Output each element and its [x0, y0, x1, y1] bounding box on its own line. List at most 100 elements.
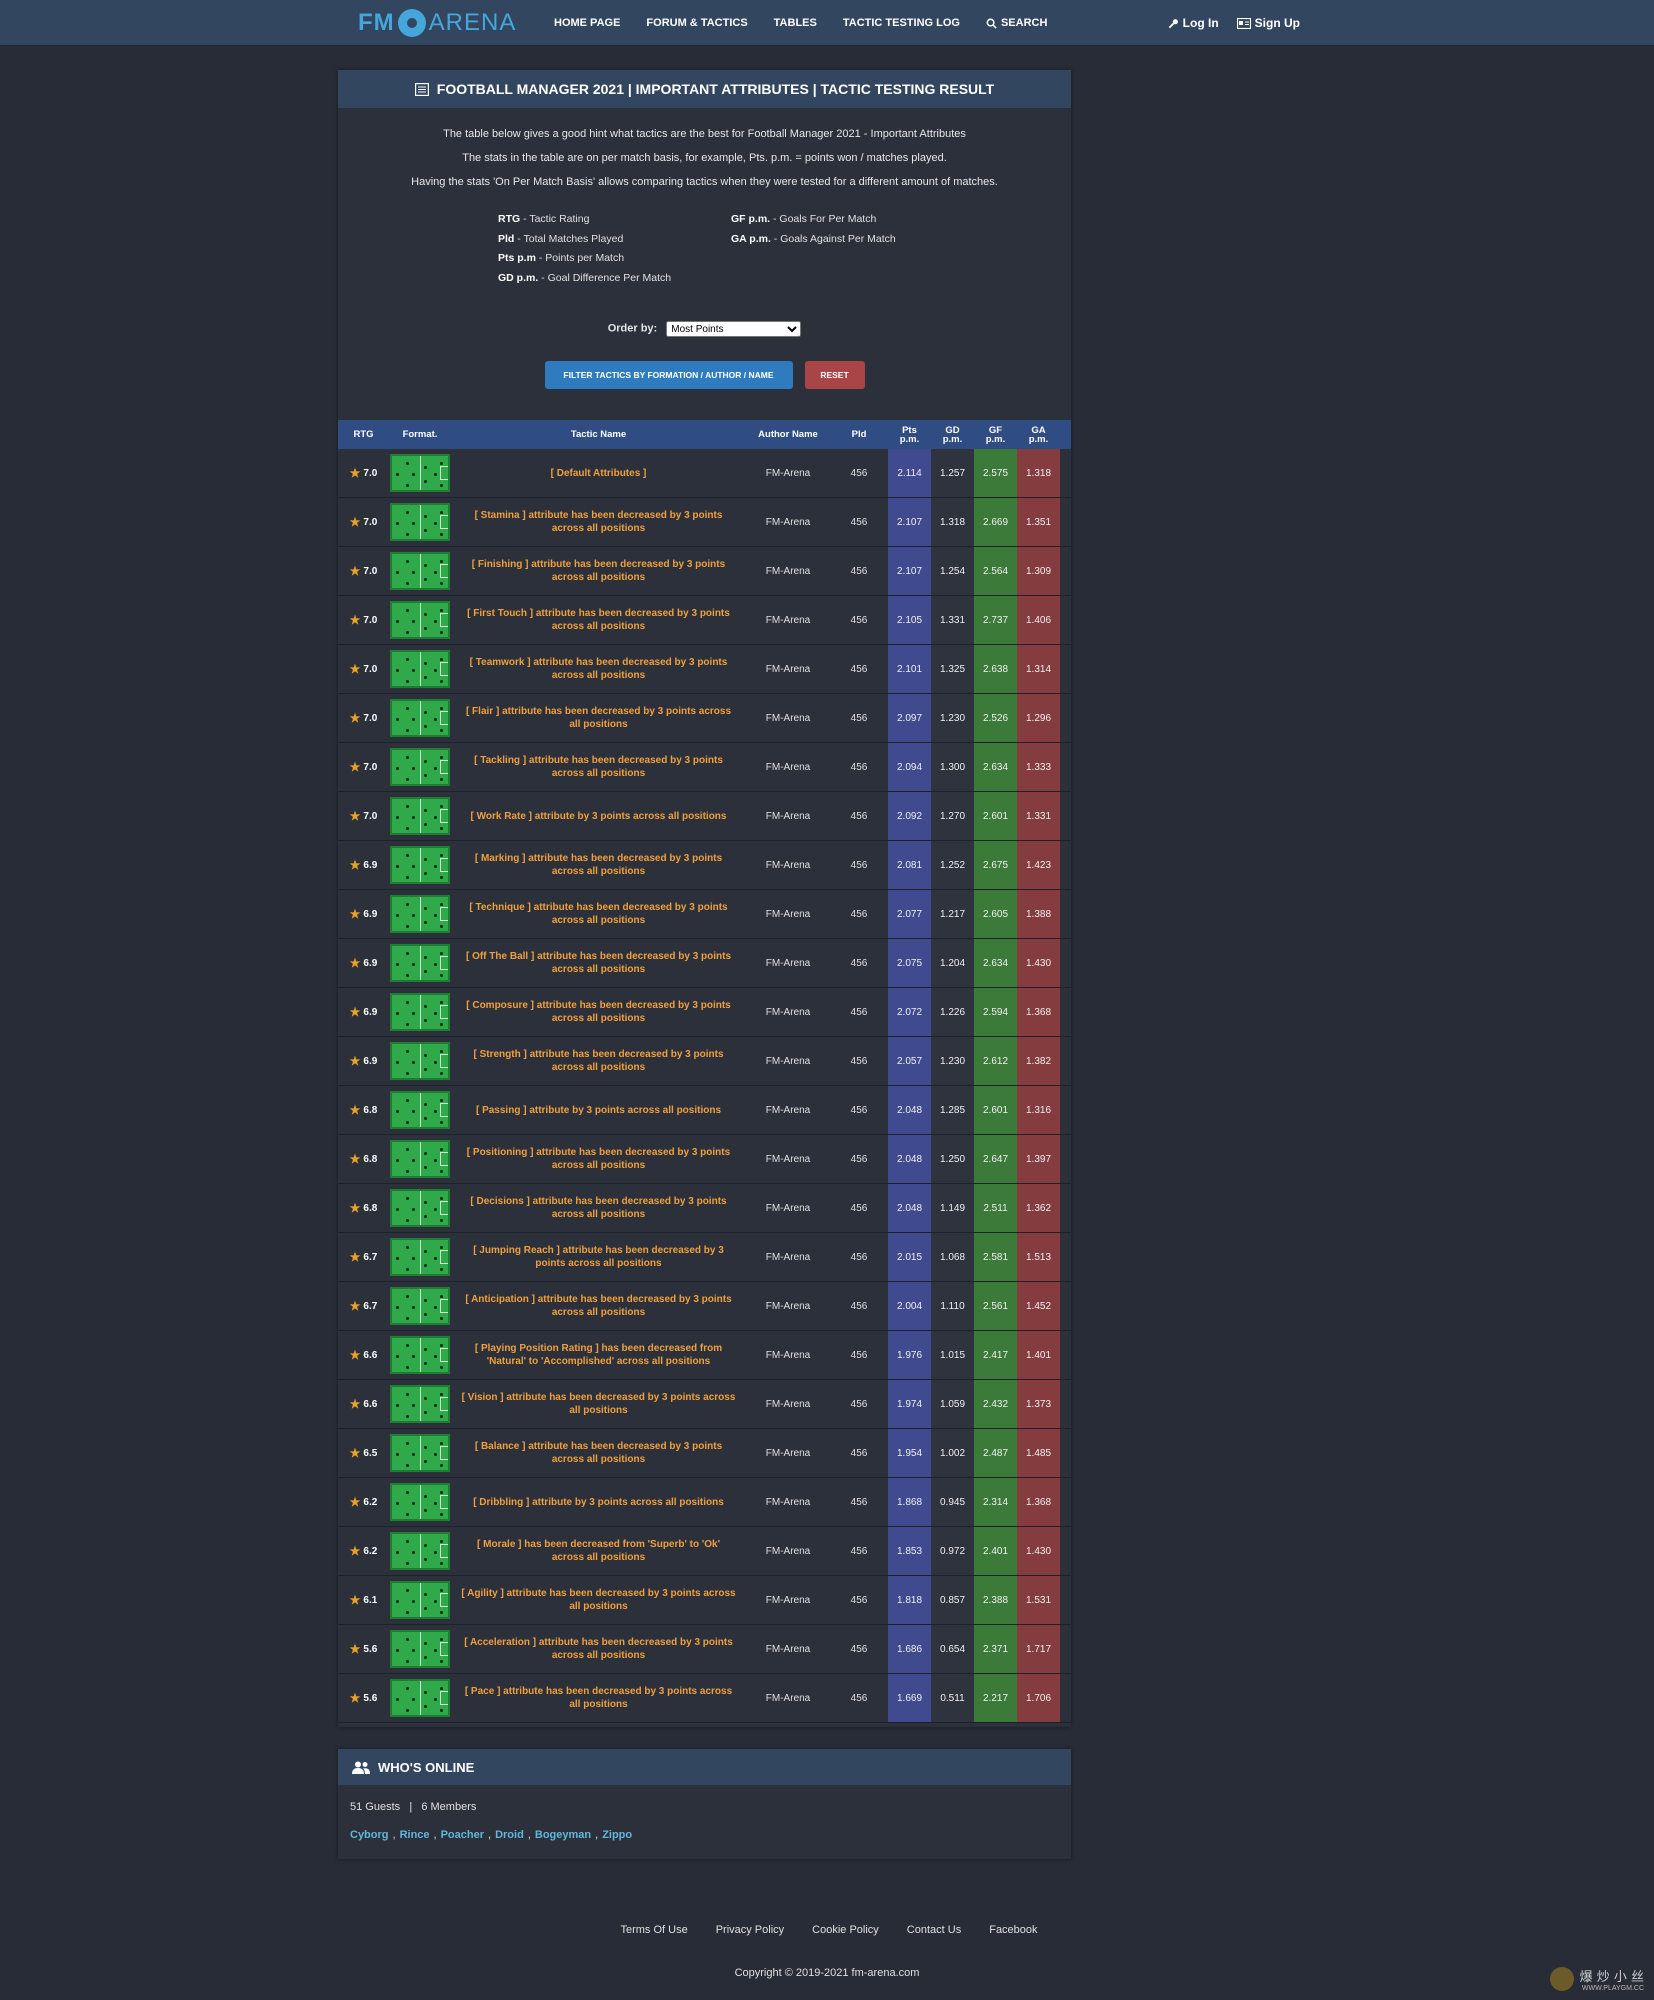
- tactic-name-link[interactable]: [ Marking ] attribute has been decreased…: [451, 841, 746, 889]
- tactic-name-link[interactable]: [ Strength ] attribute has been decrease…: [451, 1037, 746, 1085]
- header-ga[interactable]: GA p.m.: [1017, 420, 1060, 449]
- tactic-name-link[interactable]: [ Anticipation ] attribute has been decr…: [451, 1282, 746, 1330]
- footer-contact-link[interactable]: Contact Us: [907, 1924, 961, 1936]
- tactic-name-link[interactable]: [ Composure ] attribute has been decreas…: [451, 988, 746, 1036]
- table-row[interactable]: ★ 6.6 [ Vision ] attribute has been decre…: [338, 1380, 1071, 1429]
- table-row[interactable]: ★ 6.5 [ Balance ] attribute has been decr…: [338, 1429, 1071, 1478]
- formation-pitch-icon[interactable]: [390, 1581, 450, 1619]
- tactic-name-link[interactable]: [ Teamwork ] attribute has been decrease…: [451, 645, 746, 693]
- tactic-name-link[interactable]: [ Agility ] attribute has been decreased…: [451, 1576, 746, 1624]
- formation-pitch-icon[interactable]: [390, 944, 450, 982]
- member-link[interactable]: Poacher: [441, 1829, 484, 1841]
- tactic-name-link[interactable]: [ Finishing ] attribute has been decreas…: [451, 547, 746, 595]
- header-gf[interactable]: GF p.m.: [974, 420, 1017, 449]
- formation-pitch-icon[interactable]: [390, 1287, 450, 1325]
- tactic-name-link[interactable]: [ Balance ] attribute has been decreased…: [451, 1429, 746, 1477]
- table-row[interactable]: ★ 6.9 [ Marking ] attribute has been decr…: [338, 841, 1071, 890]
- tactic-name-link[interactable]: [ Positioning ] attribute has been decre…: [451, 1135, 746, 1183]
- footer-privacy-link[interactable]: Privacy Policy: [716, 1924, 784, 1936]
- tactic-name-link[interactable]: [ Acceleration ] attribute has been decr…: [451, 1625, 746, 1673]
- filter-tactics-button[interactable]: FILTER TACTICS BY FORMATION / AUTHOR / N…: [544, 361, 793, 389]
- header-gd[interactable]: GD p.m.: [931, 420, 974, 449]
- site-logo[interactable]: FM ARENA: [358, 8, 516, 38]
- table-row[interactable]: ★ 6.2 [ Dribbling ] attribute by 3 points…: [338, 1478, 1071, 1527]
- tactic-name-link[interactable]: [ Technique ] attribute has been decreas…: [451, 890, 746, 938]
- tactic-name-link[interactable]: [ First Touch ] attribute has been decre…: [451, 596, 746, 644]
- member-link[interactable]: Bogeyman: [535, 1829, 591, 1841]
- footer-facebook-link[interactable]: Facebook: [989, 1924, 1037, 1936]
- table-row[interactable]: ★ 7.0 [ Tackling ] attribute has been dec…: [338, 743, 1071, 792]
- formation-pitch-icon[interactable]: [390, 846, 450, 884]
- tactic-name-link[interactable]: [ Morale ] has been decreased from 'Supe…: [451, 1527, 746, 1575]
- tactic-name-link[interactable]: [ Dribbling ] attribute by 3 points acro…: [451, 1478, 746, 1526]
- table-row[interactable]: ★ 6.7 [ Anticipation ] attribute has been…: [338, 1282, 1071, 1331]
- member-link[interactable]: Droid: [495, 1829, 524, 1841]
- login-link[interactable]: Log In: [1168, 16, 1219, 30]
- formation-pitch-icon[interactable]: [390, 699, 450, 737]
- formation-pitch-icon[interactable]: [390, 503, 450, 541]
- table-row[interactable]: ★ 7.0 [ Stamina ] attribute has been decr…: [338, 498, 1071, 547]
- tactic-name-link[interactable]: [ Jumping Reach ] attribute has been dec…: [451, 1233, 746, 1281]
- formation-pitch-icon[interactable]: [390, 993, 450, 1031]
- table-row[interactable]: ★ 6.8 [ Positioning ] attribute has been …: [338, 1135, 1071, 1184]
- formation-pitch-icon[interactable]: [390, 1434, 450, 1472]
- tactic-name-link[interactable]: [ Passing ] attribute by 3 points across…: [451, 1086, 746, 1134]
- reset-button[interactable]: RESET: [804, 361, 865, 389]
- header-rtg[interactable]: RTG: [338, 420, 389, 449]
- formation-pitch-icon[interactable]: [390, 1532, 450, 1570]
- table-row[interactable]: ★ 6.7 [ Jumping Reach ] attribute has bee…: [338, 1233, 1071, 1282]
- table-row[interactable]: ★ 7.0 [ Flair ] attribute has been decrea…: [338, 694, 1071, 743]
- table-row[interactable]: ★ 7.0 [ Teamwork ] attribute has been dec…: [338, 645, 1071, 694]
- table-row[interactable]: ★ 6.1 [ Agility ] attribute has been decr…: [338, 1576, 1071, 1625]
- header-format[interactable]: Format.: [389, 420, 451, 449]
- footer-cookie-link[interactable]: Cookie Policy: [812, 1924, 879, 1936]
- table-row[interactable]: ★ 7.0 [ Finishing ] attribute has been de…: [338, 547, 1071, 596]
- member-link[interactable]: Cyborg: [350, 1829, 389, 1841]
- table-row[interactable]: ★ 7.0 [ First Touch ] attribute has been …: [338, 596, 1071, 645]
- nav-search-link[interactable]: SEARCH: [986, 17, 1047, 29]
- table-row[interactable]: ★ 6.9 [ Technique ] attribute has been de…: [338, 890, 1071, 939]
- formation-pitch-icon[interactable]: [390, 1238, 450, 1276]
- formation-pitch-icon[interactable]: [390, 1385, 450, 1423]
- table-row[interactable]: ★ 5.6 [ Acceleration ] attribute has been…: [338, 1625, 1071, 1674]
- tactic-name-link[interactable]: [ Vision ] attribute has been decreased …: [451, 1380, 746, 1428]
- table-row[interactable]: ★ 6.8 [ Decisions ] attribute has been de…: [338, 1184, 1071, 1233]
- table-row[interactable]: ★ 6.9 [ Strength ] attribute has been dec…: [338, 1037, 1071, 1086]
- formation-pitch-icon[interactable]: [390, 454, 450, 492]
- formation-pitch-icon[interactable]: [390, 601, 450, 639]
- nav-testing-log-link[interactable]: TACTIC TESTING LOG: [843, 17, 960, 29]
- table-row[interactable]: ★ 6.8 [ Passing ] attribute by 3 points a…: [338, 1086, 1071, 1135]
- formation-pitch-icon[interactable]: [390, 748, 450, 786]
- header-author[interactable]: Author Name: [746, 420, 830, 449]
- formation-pitch-icon[interactable]: [390, 552, 450, 590]
- signup-link[interactable]: Sign Up: [1236, 16, 1300, 30]
- order-by-select[interactable]: Most Points: [666, 321, 802, 337]
- formation-pitch-icon[interactable]: [390, 1042, 450, 1080]
- formation-pitch-icon[interactable]: [390, 1140, 450, 1178]
- tactic-name-link[interactable]: [ Off The Ball ] attribute has been decr…: [451, 939, 746, 987]
- formation-pitch-icon[interactable]: [390, 797, 450, 835]
- nav-tables-link[interactable]: TABLES: [774, 17, 817, 29]
- formation-pitch-icon[interactable]: [390, 1091, 450, 1129]
- tactic-name-link[interactable]: [ Default Attributes ]: [451, 449, 746, 497]
- table-row[interactable]: ★ 5.6 [ Pace ] attribute has been decreas…: [338, 1674, 1071, 1723]
- header-pts[interactable]: Pts p.m.: [888, 420, 931, 449]
- tactic-name-link[interactable]: [ Pace ] attribute has been decreased by…: [451, 1674, 746, 1722]
- formation-pitch-icon[interactable]: [390, 1483, 450, 1521]
- member-link[interactable]: Rince: [400, 1829, 430, 1841]
- formation-pitch-icon[interactable]: [390, 650, 450, 688]
- tactic-name-link[interactable]: [ Tackling ] attribute has been decrease…: [451, 743, 746, 791]
- table-row[interactable]: ★ 6.6 [ Playing Position Rating ] has bee…: [338, 1331, 1071, 1380]
- tactic-name-link[interactable]: [ Playing Position Rating ] has been dec…: [451, 1331, 746, 1379]
- header-pld[interactable]: Pld: [830, 420, 888, 449]
- header-tactic-name[interactable]: Tactic Name: [451, 420, 746, 449]
- formation-pitch-icon[interactable]: [390, 1189, 450, 1227]
- formation-pitch-icon[interactable]: [390, 1336, 450, 1374]
- tactic-name-link[interactable]: [ Work Rate ] attribute by 3 points acro…: [451, 792, 746, 840]
- member-link[interactable]: Zippo: [602, 1829, 632, 1841]
- nav-home-link[interactable]: HOME PAGE: [554, 17, 620, 29]
- tactic-name-link[interactable]: [ Stamina ] attribute has been decreased…: [451, 498, 746, 546]
- tactic-name-link[interactable]: [ Flair ] attribute has been decreased b…: [451, 694, 746, 742]
- formation-pitch-icon[interactable]: [390, 1679, 450, 1717]
- formation-pitch-icon[interactable]: [390, 1630, 450, 1668]
